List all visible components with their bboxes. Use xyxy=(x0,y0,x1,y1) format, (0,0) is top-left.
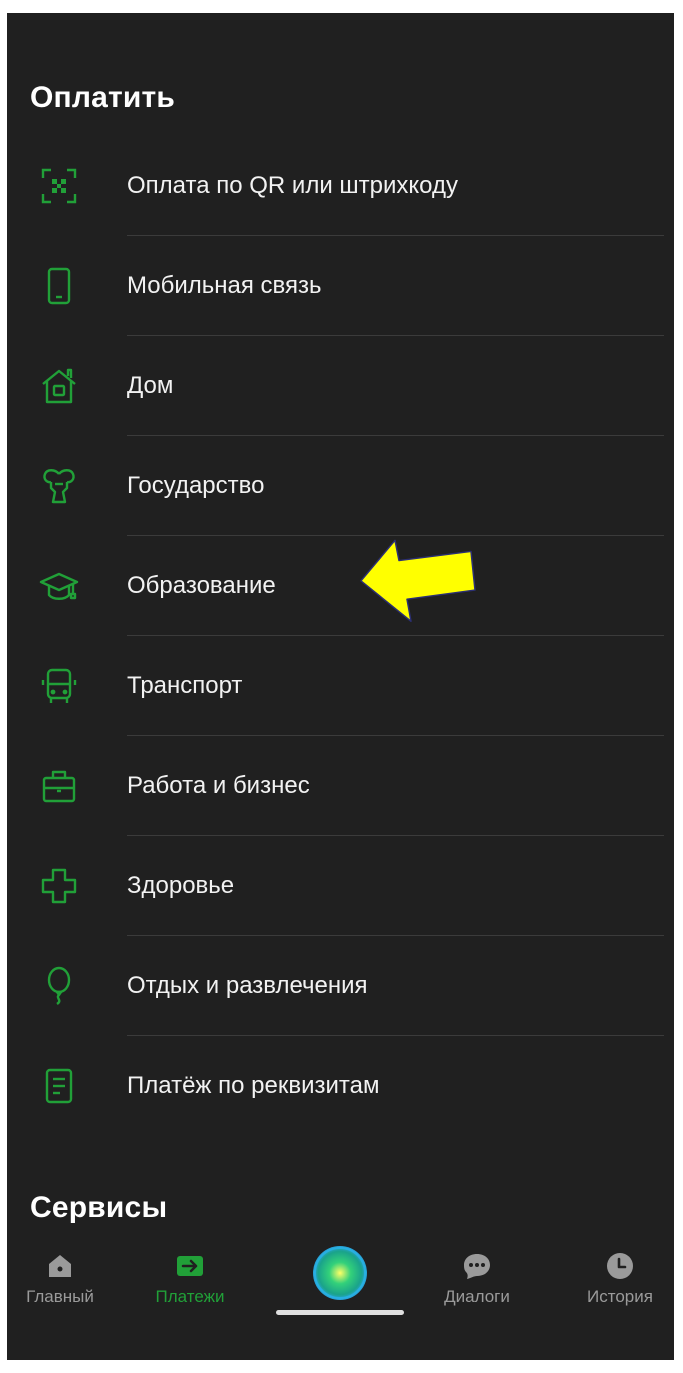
mobile-phone-icon xyxy=(37,236,81,336)
pay-item-qr[interactable]: Оплата по QR или штрихкоду xyxy=(7,136,674,236)
pay-item-house[interactable]: Дом xyxy=(7,336,674,436)
clock-icon xyxy=(607,1253,633,1279)
bottom-tab-bar: Главный Платежи Диалоги История xyxy=(7,1241,674,1333)
tab-label: Главный xyxy=(26,1287,94,1306)
home-icon xyxy=(49,1255,71,1277)
assistant-orb-icon xyxy=(313,1246,367,1300)
tab-payments[interactable]: Платежи xyxy=(140,1241,240,1321)
tab-history[interactable]: История xyxy=(570,1241,670,1321)
pay-item-label: Государство xyxy=(127,472,265,499)
pay-item-label: Транспорт xyxy=(127,672,243,699)
pay-item-leisure[interactable]: Отдых и развлечения xyxy=(7,936,674,1036)
pay-item-label: Оплата по QR или штрихкоду xyxy=(127,172,458,199)
balloon-icon xyxy=(37,936,81,1036)
chat-bubble-icon xyxy=(464,1254,490,1279)
pay-item-mobile[interactable]: Мобильная связь xyxy=(7,236,674,336)
pay-item-state[interactable]: Государство xyxy=(7,436,674,536)
pay-item-label: Работа и бизнес xyxy=(127,772,310,799)
payments-screen: Оплатить Оплата по QR или штрихкоду Моби… xyxy=(7,13,674,1360)
house-icon xyxy=(37,336,81,436)
pay-item-label: Платёж по реквизитам xyxy=(127,1072,380,1099)
graduation-cap-icon xyxy=(37,536,81,636)
services-section-title: Сервисы xyxy=(30,1191,168,1224)
briefcase-icon xyxy=(37,736,81,836)
pay-item-label: Отдых и развлечения xyxy=(127,972,368,999)
pay-item-education[interactable]: Образование xyxy=(7,536,674,636)
annotation-arrow-icon xyxy=(360,539,476,623)
pay-item-label: Мобильная связь xyxy=(127,272,322,299)
tab-label: Платежи xyxy=(155,1287,225,1306)
tab-label: Диалоги xyxy=(444,1287,510,1306)
state-emblem-icon xyxy=(37,436,81,536)
tab-label: История xyxy=(587,1287,653,1306)
pay-item-label: Дом xyxy=(127,372,174,399)
pay-item-health[interactable]: Здоровье xyxy=(7,836,674,936)
pay-item-business[interactable]: Работа и бизнес xyxy=(7,736,674,836)
pay-item-requisites[interactable]: Платёж по реквизитам xyxy=(7,1036,674,1136)
qr-scan-icon xyxy=(37,136,81,236)
pay-section-title: Оплатить xyxy=(30,81,176,114)
pay-item-label: Образование xyxy=(127,572,276,599)
payments-arrow-icon xyxy=(177,1256,203,1276)
bus-icon xyxy=(37,636,81,736)
pay-item-label: Здоровье xyxy=(127,872,235,899)
tab-assistant[interactable] xyxy=(290,1241,390,1321)
tab-dialogs[interactable]: Диалоги xyxy=(427,1241,527,1321)
document-icon xyxy=(37,1036,81,1136)
home-indicator[interactable] xyxy=(276,1310,404,1315)
pay-item-transport[interactable]: Транспорт xyxy=(7,636,674,736)
medical-cross-icon xyxy=(37,836,81,936)
tab-home[interactable]: Главный xyxy=(10,1241,110,1321)
